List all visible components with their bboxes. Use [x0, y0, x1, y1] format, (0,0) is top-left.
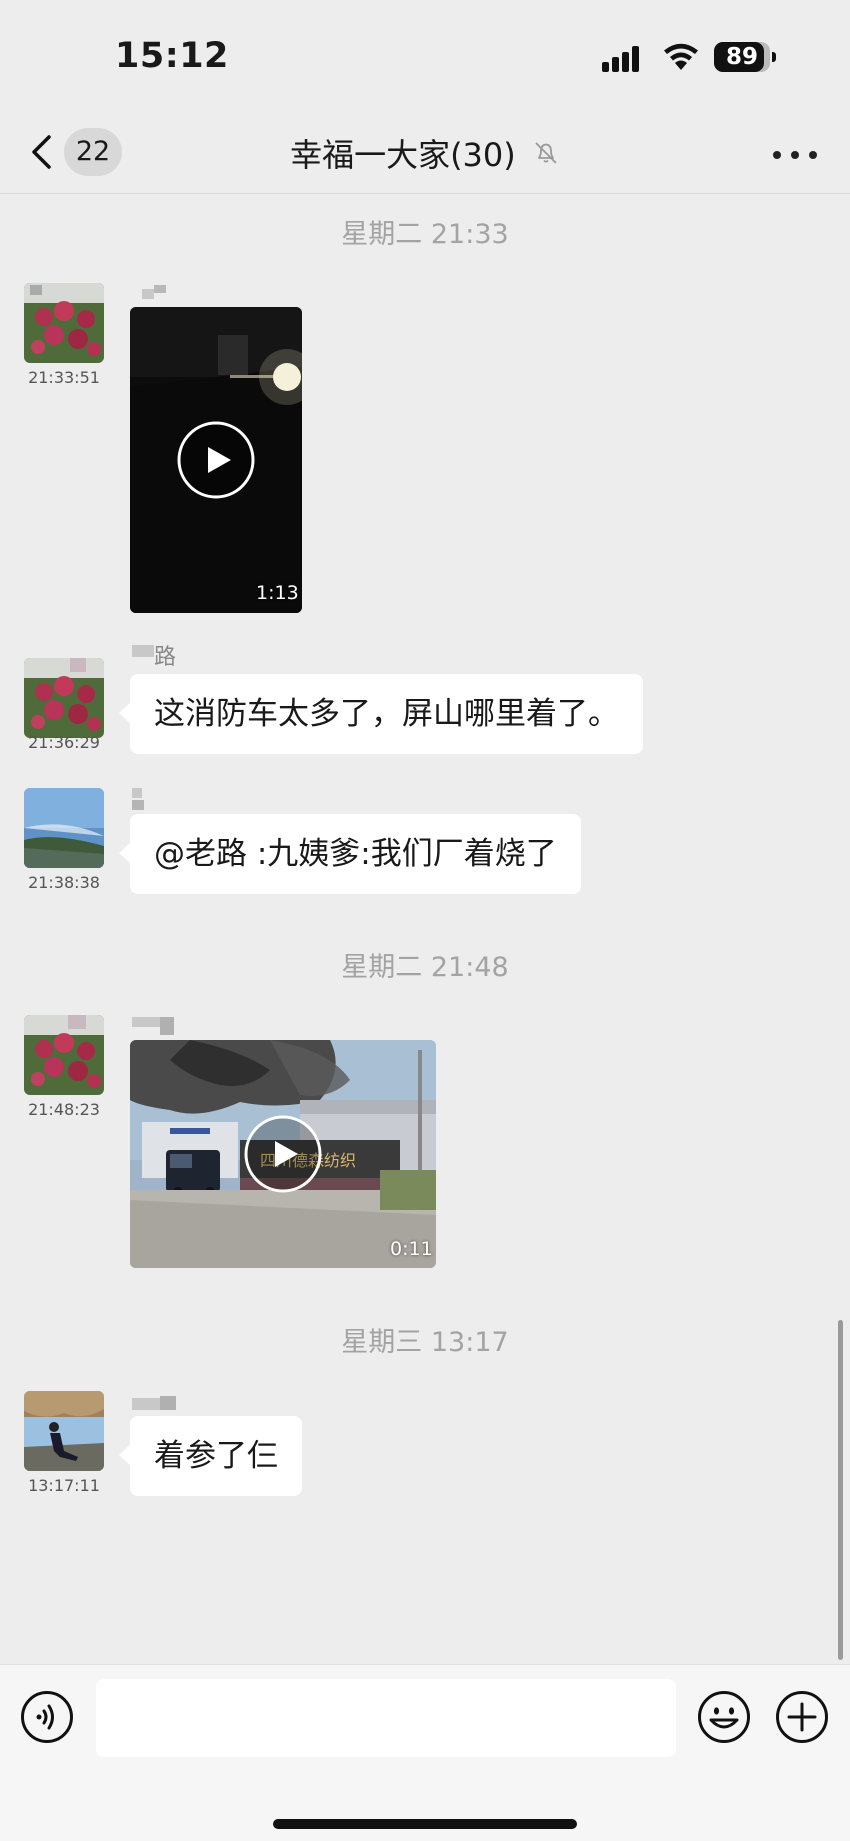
status-time: 15:12	[115, 36, 229, 76]
time-divider: 星期二 21:48	[341, 952, 509, 983]
plus-icon[interactable]	[775, 1690, 829, 1744]
chat-header: 22 幸福一大家(30)	[0, 110, 850, 194]
avatar[interactable]	[24, 788, 104, 868]
message-time: 21:48:23	[28, 1100, 100, 1119]
video-message[interactable]: 1:13	[130, 307, 302, 613]
text-message-bubble[interactable]: @老路 :九姨爹:我们厂着烧了	[119, 814, 581, 894]
more-options-button[interactable]	[770, 140, 820, 170]
message-time: 13:17:11	[28, 1476, 100, 1495]
voice-input-icon[interactable]	[20, 1690, 74, 1744]
avatar[interactable]	[24, 1391, 104, 1471]
sender-name: 路	[130, 641, 190, 670]
ellipsis-icon	[773, 151, 781, 159]
message-time: 21:38:38	[28, 873, 100, 892]
message-time: 21:33:51	[28, 368, 100, 387]
play-icon[interactable]	[243, 1114, 323, 1194]
text-message-bubble[interactable]: 着参了仨	[119, 1416, 302, 1496]
play-icon[interactable]	[176, 420, 256, 500]
chat-title-text: 幸福一大家(30)	[290, 136, 516, 174]
avatar[interactable]	[24, 283, 104, 363]
message-input-bar	[0, 1664, 850, 1841]
message-input[interactable]	[96, 1679, 676, 1757]
emoji-icon[interactable]	[697, 1690, 751, 1744]
home-indicator	[273, 1819, 577, 1829]
chat-title[interactable]: 幸福一大家(30)	[0, 130, 850, 176]
bell-slash-icon	[535, 142, 557, 164]
avatar[interactable]	[24, 1015, 104, 1095]
battery-indicator: 89	[714, 42, 776, 72]
status-bar: 15:12 89	[0, 0, 850, 110]
cellular-signal-icon	[602, 46, 639, 72]
video-message[interactable]: 四川德森纺织 0:11	[130, 1040, 436, 1268]
time-divider: 星期二 21:33	[341, 219, 509, 250]
avatar[interactable]	[24, 658, 104, 738]
message-time: 21:36:29	[28, 733, 100, 752]
time-divider: 星期三 13:17	[341, 1327, 509, 1358]
video-duration: 0:11	[390, 1238, 433, 1260]
wifi-icon	[664, 43, 698, 70]
scrollbar[interactable]	[838, 1320, 843, 1660]
text-message-bubble[interactable]: 这消防车太多了，屏山哪里着了。	[119, 674, 643, 754]
battery-percentage: 89	[725, 44, 758, 70]
video-duration: 1:13	[256, 582, 299, 604]
